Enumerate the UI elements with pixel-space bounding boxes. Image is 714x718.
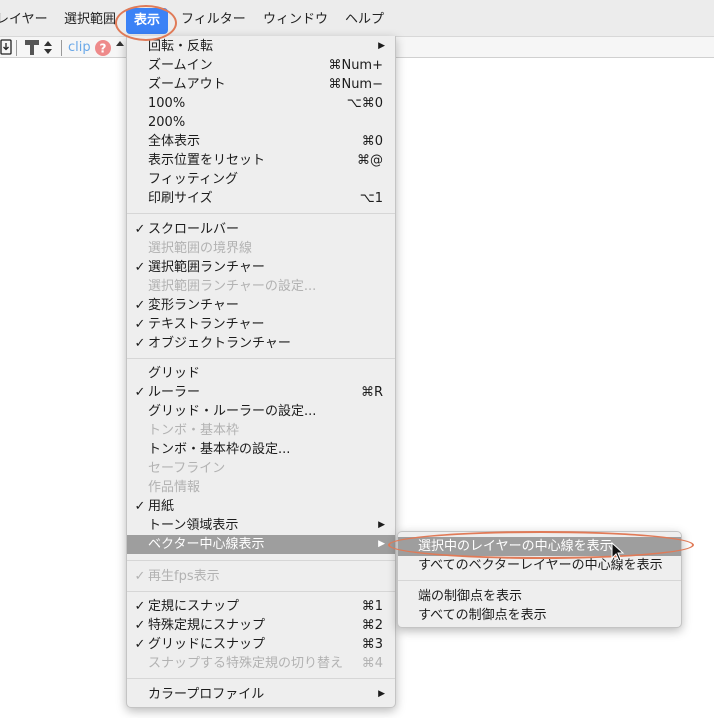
menu-separator bbox=[127, 358, 395, 359]
menu-view[interactable]: 表示 bbox=[126, 8, 169, 34]
submenu-arrow-icon: ▶ bbox=[378, 689, 385, 699]
shortcut: ⌘3 bbox=[361, 637, 383, 652]
menu-layer[interactable]: レイヤー bbox=[0, 0, 48, 36]
submenu-arrow-icon: ▶ bbox=[378, 520, 385, 530]
submenu-item-show-all-control-points[interactable]: すべての制御点を表示 bbox=[398, 606, 681, 625]
menu-item-zoom-in[interactable]: ズームイン ⌘Num+ bbox=[127, 56, 395, 75]
menu-separator bbox=[127, 678, 395, 679]
menubar: レイヤー 選択範囲 表示 フィルター ウィンドウ ヘルプ bbox=[0, 0, 714, 36]
toolbar-divider bbox=[16, 40, 17, 56]
menu-item-selection-border: 選択範囲の境界線 bbox=[148, 241, 253, 256]
menu-item-100-percent[interactable]: 100% ⌥⌘0 bbox=[127, 94, 395, 113]
shortcut: ⌥1 bbox=[359, 191, 383, 206]
menu-item-rotate-flip[interactable]: 回転・反転 ▶ bbox=[127, 37, 395, 56]
checkmark-icon: ✓ bbox=[134, 317, 146, 332]
shortcut: ⌘Num+ bbox=[328, 58, 383, 73]
shortcut: ⌘R bbox=[360, 385, 383, 400]
menu-item-ruler[interactable]: ✓ ルーラー ⌘R bbox=[127, 383, 395, 402]
checkmark-icon: ✓ bbox=[134, 336, 146, 351]
menu-item-paper[interactable]: ✓ 用紙 bbox=[127, 497, 395, 516]
clip-studio-link[interactable]: clip bbox=[68, 39, 91, 57]
checkmark-icon: ✓ bbox=[134, 298, 146, 313]
stepper-arrows-icon[interactable] bbox=[115, 39, 125, 57]
checkmark-icon: ✓ bbox=[134, 222, 146, 237]
menu-item-transform-launcher[interactable]: ✓ 変形ランチャー bbox=[127, 296, 395, 315]
shortcut: ⌘@ bbox=[357, 153, 383, 168]
menu-item-object-launcher[interactable]: ✓ オブジェクトランチャー bbox=[127, 334, 395, 353]
submenu-arrow-icon: ▶ bbox=[378, 41, 385, 51]
menu-item-grid-ruler-settings[interactable]: グリッド・ルーラーの設定... bbox=[127, 402, 395, 421]
menu-item-zoom-out[interactable]: ズームアウト ⌘Num− bbox=[127, 75, 395, 94]
shortcut: ⌘0 bbox=[361, 134, 383, 149]
submenu-item-show-end-control-points[interactable]: 端の制御点を表示 bbox=[398, 587, 681, 606]
view-menu-dropdown: 回転・反転 ▶ ズームイン ⌘Num+ ズームアウト ⌘Num− 100% ⌥⌘… bbox=[126, 36, 396, 708]
help-icon[interactable]: ? bbox=[94, 39, 112, 57]
menu-item-crop-marks-settings[interactable]: トンボ・基本枠の設定... bbox=[127, 440, 395, 459]
svg-text:?: ? bbox=[100, 42, 107, 56]
menu-item-switch-special-ruler-snap: スナップする特殊定規の切り替え ⌘4 bbox=[148, 656, 383, 671]
checkmark-icon: ✓ bbox=[134, 599, 146, 614]
checkmark-icon: ✓ bbox=[134, 618, 146, 633]
checkmark-icon: ✓ bbox=[134, 569, 146, 584]
menu-selection[interactable]: 選択範囲 bbox=[64, 0, 116, 36]
menu-separator bbox=[127, 213, 395, 214]
menu-item-text-launcher[interactable]: ✓ テキストランチャー bbox=[127, 315, 395, 334]
menu-item-playback-fps: ✓ 再生fps表示 bbox=[134, 569, 220, 584]
shortcut: ⌘Num− bbox=[328, 77, 383, 92]
checkmark-icon: ✓ bbox=[134, 260, 146, 275]
shortcut: ⌘2 bbox=[361, 618, 383, 633]
menu-item-snap-ruler[interactable]: ✓ 定規にスナップ ⌘1 bbox=[127, 597, 395, 616]
checkmark-icon: ✓ bbox=[134, 499, 146, 514]
stepper-arrows-icon[interactable] bbox=[43, 39, 53, 57]
menu-item-tone-area[interactable]: トーン領域表示 ▶ bbox=[127, 516, 395, 535]
menu-item-color-profile[interactable]: カラープロファイル ▶ bbox=[127, 685, 395, 704]
checkmark-icon: ✓ bbox=[134, 637, 146, 652]
shortcut: ⌘4 bbox=[361, 656, 383, 671]
menu-item-snap-grid[interactable]: ✓ グリッドにスナップ ⌘3 bbox=[127, 635, 395, 654]
menu-item-vector-centerline[interactable]: ベクター中心線表示 ▶ bbox=[127, 535, 395, 554]
menu-item-scrollbar[interactable]: ✓ スクロールバー bbox=[127, 220, 395, 239]
menu-item-selection-launcher[interactable]: ✓ 選択範囲ランチャー bbox=[127, 258, 395, 277]
shortcut: ⌘1 bbox=[361, 599, 383, 614]
menu-separator bbox=[398, 580, 681, 581]
menu-item-reset-position[interactable]: 表示位置をリセット ⌘@ bbox=[127, 151, 395, 170]
menu-item-fit-all[interactable]: 全体表示 ⌘0 bbox=[127, 132, 395, 151]
vector-centerline-submenu: 選択中のレイヤーの中心線を表示 すべてのベクターレイヤーの中心線を表示 端の制御… bbox=[397, 531, 682, 628]
menu-item-safe-line: セーフライン bbox=[148, 461, 226, 476]
menu-separator bbox=[127, 591, 395, 592]
menu-item-200-percent[interactable]: 200% bbox=[127, 113, 395, 132]
menu-filter[interactable]: フィルター bbox=[181, 0, 246, 36]
menu-item-grid[interactable]: グリッド bbox=[127, 364, 395, 383]
submenu-arrow-icon: ▶ bbox=[378, 539, 385, 549]
menu-item-crop-marks: トンボ・基本枠 bbox=[148, 423, 240, 438]
download-icon[interactable] bbox=[0, 39, 12, 57]
menu-item-fitting[interactable]: フィッティング bbox=[127, 170, 395, 189]
menu-window[interactable]: ウィンドウ bbox=[263, 0, 328, 36]
submenu-item-show-selected-centerline[interactable]: 選択中のレイヤーの中心線を表示 bbox=[398, 537, 681, 556]
menu-help[interactable]: ヘルプ bbox=[345, 0, 384, 36]
hammer-icon[interactable] bbox=[24, 39, 40, 57]
submenu-item-show-all-centerlines[interactable]: すべてのベクターレイヤーの中心線を表示 bbox=[398, 556, 681, 575]
menu-item-print-size[interactable]: 印刷サイズ ⌥1 bbox=[127, 189, 395, 208]
menu-separator bbox=[127, 560, 395, 561]
menu-item-work-info: 作品情報 bbox=[148, 480, 201, 495]
mouse-cursor-icon bbox=[611, 541, 625, 562]
menu-item-selection-launcher-settings: 選択範囲ランチャーの設定... bbox=[148, 279, 317, 294]
toolbar-divider bbox=[61, 40, 62, 56]
checkmark-icon: ✓ bbox=[134, 385, 146, 400]
shortcut: ⌥⌘0 bbox=[346, 96, 383, 111]
menu-item-snap-special-ruler[interactable]: ✓ 特殊定規にスナップ ⌘2 bbox=[127, 616, 395, 635]
